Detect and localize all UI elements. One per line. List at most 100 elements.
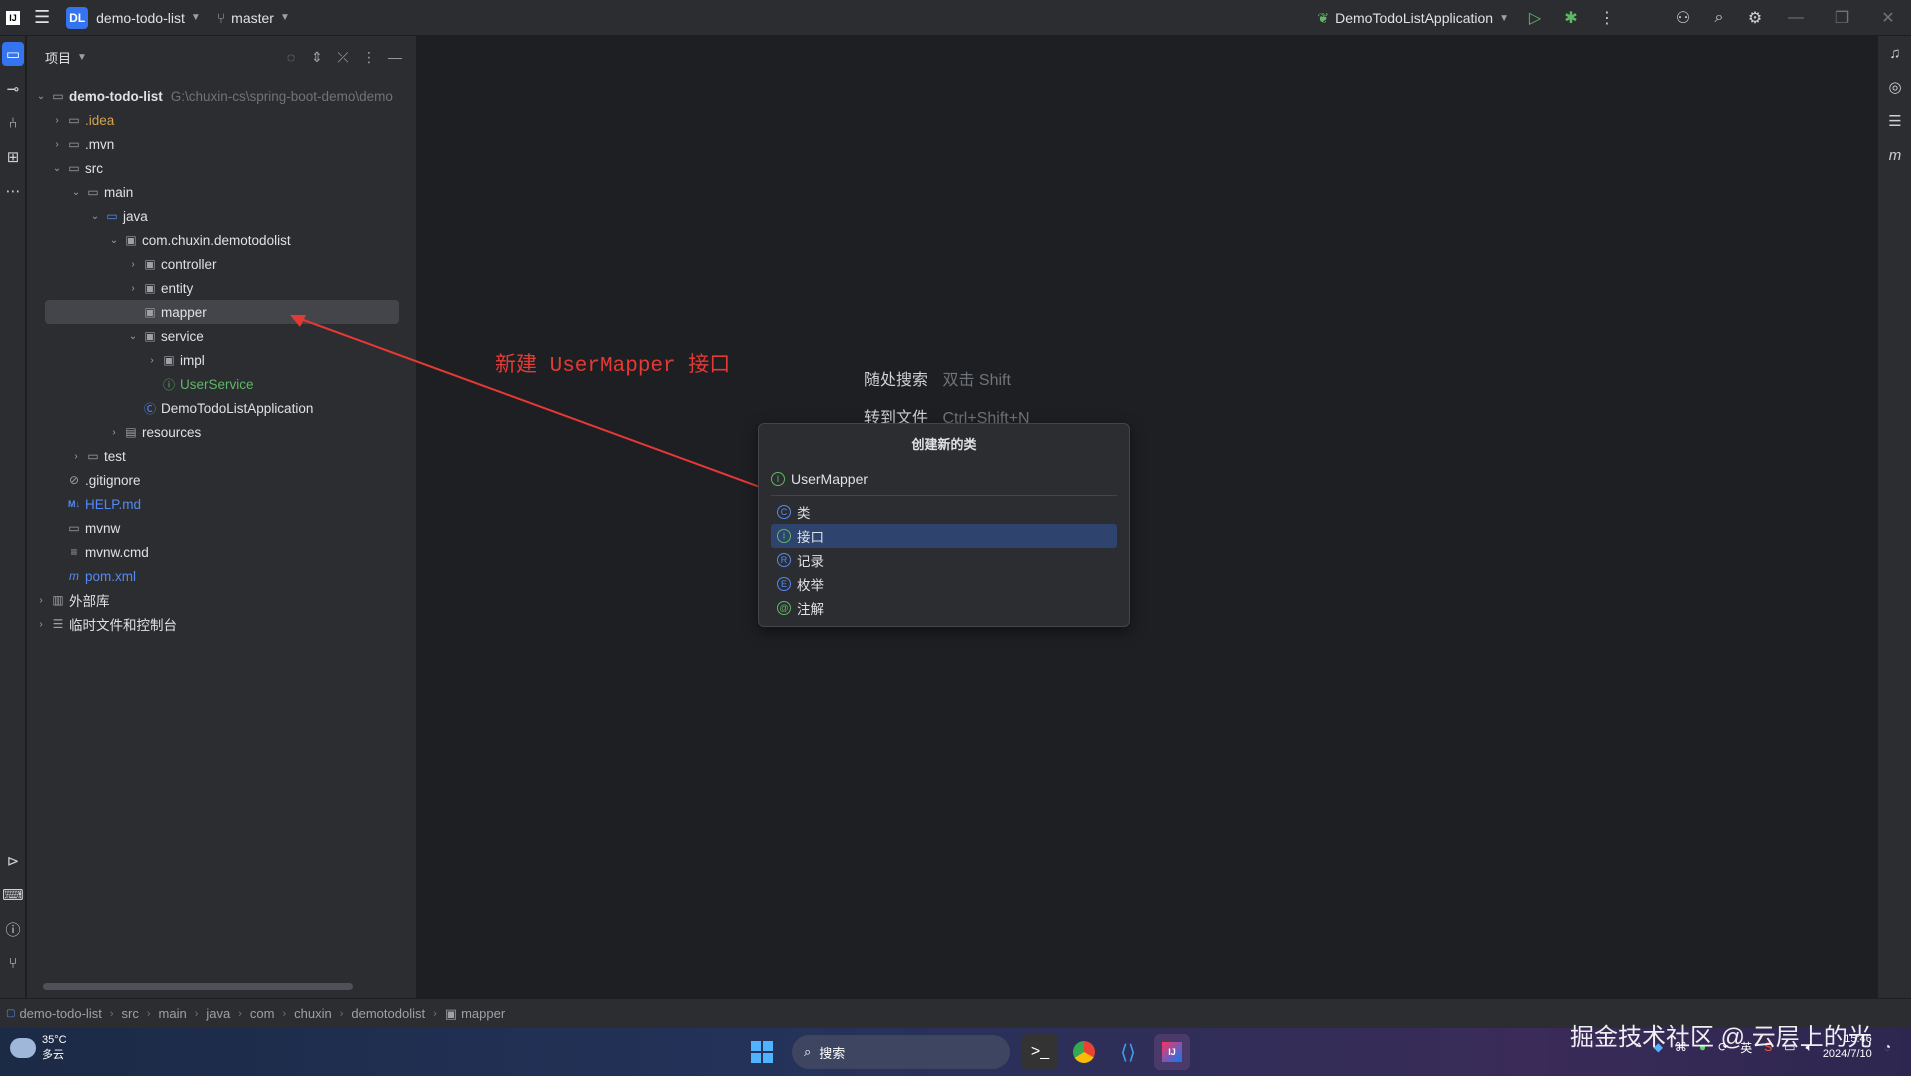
- tree-item-mapper[interactable]: ▣ mapper: [45, 300, 399, 324]
- kind-item-record[interactable]: R 记录: [771, 548, 1117, 572]
- chevron-right-icon[interactable]: ›: [49, 115, 65, 126]
- tree-item-scratches[interactable]: › ☰ 临时文件和控制台: [27, 612, 417, 636]
- kind-item-interface[interactable]: I 接口: [771, 524, 1117, 548]
- tree-item-src[interactable]: ⌄ ▭ src: [27, 156, 417, 180]
- breadcrumb-item[interactable]: mapper: [461, 1006, 505, 1021]
- breadcrumb-item[interactable]: main: [159, 1006, 187, 1021]
- horizontal-scrollbar[interactable]: [43, 983, 353, 990]
- warning-circle-icon: ⓘ: [5, 921, 21, 939]
- chevron-right-icon[interactable]: ›: [49, 139, 65, 150]
- chevron-right-icon[interactable]: ›: [33, 595, 49, 606]
- maximize-button[interactable]: ❐: [1819, 0, 1865, 36]
- tree-item-help[interactable]: M↓ HELP.md: [27, 492, 417, 516]
- expand-all-icon[interactable]: ⇕: [304, 44, 330, 70]
- terminal-tool-button[interactable]: ⌨: [0, 878, 26, 912]
- tree-item-main[interactable]: ⌄ ▭ main: [27, 180, 417, 204]
- locate-icon[interactable]: ◌: [278, 44, 304, 70]
- tree-item-entity[interactable]: › ▣ entity: [27, 276, 417, 300]
- more-actions-button[interactable]: ⋮: [1589, 0, 1625, 36]
- options-icon[interactable]: ⋮: [356, 44, 382, 70]
- chevron-down-icon[interactable]: ⌄: [49, 163, 65, 174]
- hide-icon[interactable]: —: [382, 44, 408, 70]
- panel-title[interactable]: 项目: [45, 48, 71, 67]
- weather-widget[interactable]: 35°C 多云: [10, 1034, 67, 1062]
- run-tool-button[interactable]: ⊳: [0, 844, 26, 878]
- tree-item-package[interactable]: ⌄ ▣ com.chuxin.demotodolist: [27, 228, 417, 252]
- tree-item-mvn[interactable]: › ▭ .mvn: [27, 132, 417, 156]
- tree-item-resources[interactable]: › ▤ resources: [27, 420, 417, 444]
- commit-tool-button[interactable]: ⊸: [0, 72, 26, 106]
- collapse-all-icon[interactable]: ⤫: [330, 44, 356, 70]
- tree-item-pom[interactable]: m pom.xml: [27, 564, 417, 588]
- notification-bell-icon[interactable]: ◔: [1884, 1040, 1891, 1054]
- tree-item-app-class[interactable]: Ⓒ DemoTodoListApplication: [27, 396, 417, 420]
- tree-item-label: test: [104, 448, 126, 464]
- more-tools-button[interactable]: ⋯: [0, 174, 26, 208]
- chevron-right-icon[interactable]: ›: [125, 259, 141, 270]
- chevron-right-icon[interactable]: ›: [144, 355, 160, 366]
- breadcrumb-item[interactable]: src: [122, 1006, 139, 1021]
- git-tool-button[interactable]: ⑂: [0, 946, 26, 980]
- vscode-app[interactable]: ⟨⟩: [1110, 1034, 1146, 1070]
- tree-item-service[interactable]: ⌄ ▣ service: [27, 324, 417, 348]
- project-tree: ⌄ ▭ demo-todo-list G:\chuxin-cs\spring-b…: [27, 84, 417, 636]
- code-with-me-button[interactable]: ⚇: [1665, 0, 1701, 36]
- app-logo[interactable]: IJ: [0, 0, 26, 36]
- close-button[interactable]: ✕: [1865, 0, 1911, 36]
- notifications-button[interactable]: ♫: [1878, 36, 1911, 70]
- tree-item-impl[interactable]: › ▣ impl: [27, 348, 417, 372]
- chevron-right-icon[interactable]: ›: [68, 451, 84, 462]
- run-button[interactable]: ▷: [1517, 0, 1553, 36]
- source-folder-icon: ▭: [106, 209, 118, 223]
- problems-tool-button[interactable]: ⓘ: [0, 912, 26, 946]
- tree-item-external-libs[interactable]: › ▥ 外部库: [27, 588, 417, 612]
- kind-item-enum[interactable]: E 枚举: [771, 572, 1117, 596]
- structure-tool-button[interactable]: ⊞: [0, 140, 26, 174]
- terminal-app[interactable]: >_: [1022, 1034, 1058, 1070]
- chevron-right-icon[interactable]: ›: [33, 619, 49, 630]
- minimize-button[interactable]: —: [1773, 0, 1819, 36]
- tree-item-test[interactable]: › ▭ test: [27, 444, 417, 468]
- tree-item-controller[interactable]: › ▣ controller: [27, 252, 417, 276]
- ai-assistant-button[interactable]: ◎: [1878, 70, 1911, 104]
- breadcrumb-item[interactable]: chuxin: [294, 1006, 332, 1021]
- chevron-right-icon[interactable]: ›: [106, 427, 122, 438]
- pull-requests-tool-button[interactable]: ⑃: [0, 106, 26, 140]
- chevron-down-icon[interactable]: ⌄: [33, 91, 49, 102]
- maven-button[interactable]: m: [1878, 138, 1911, 172]
- project-switcher[interactable]: DL demo-todo-list ▼: [58, 0, 209, 36]
- tree-item-root[interactable]: ⌄ ▭ demo-todo-list G:\chuxin-cs\spring-b…: [27, 84, 417, 108]
- settings-button[interactable]: ⚙: [1737, 0, 1773, 36]
- chevron-down-icon[interactable]: ⌄: [87, 211, 103, 222]
- tree-item-user-service[interactable]: ⓘ UserService: [27, 372, 417, 396]
- kind-item-annotation[interactable]: @ 注解: [771, 596, 1117, 620]
- main-menu-button[interactable]: ☰: [26, 0, 58, 36]
- class-name-input[interactable]: I UserMapper: [771, 462, 1117, 496]
- breadcrumb-item[interactable]: com: [250, 1006, 275, 1021]
- breadcrumb-item[interactable]: demotodolist: [351, 1006, 425, 1021]
- tree-item-java[interactable]: ⌄ ▭ java: [27, 204, 417, 228]
- start-button[interactable]: [744, 1034, 780, 1070]
- run-config-selector[interactable]: ❦ DemoTodoListApplication ▼: [1309, 0, 1517, 36]
- kind-item-class[interactable]: C 类: [771, 500, 1117, 524]
- chevron-right-icon[interactable]: ›: [125, 283, 141, 294]
- intellij-app[interactable]: IJ: [1154, 1034, 1190, 1070]
- debug-button[interactable]: ✱: [1553, 0, 1589, 36]
- chevron-down-icon[interactable]: ⌄: [106, 235, 122, 246]
- database-button[interactable]: ☰: [1878, 104, 1911, 138]
- tree-item-mvnw[interactable]: ▭ mvnw: [27, 516, 417, 540]
- taskbar-search[interactable]: ⌕ 搜索: [792, 1035, 1010, 1069]
- chevron-down-icon[interactable]: ⌄: [125, 331, 141, 342]
- tree-item-gitignore[interactable]: ⊘ .gitignore: [27, 468, 417, 492]
- chrome-app[interactable]: [1066, 1034, 1102, 1070]
- tree-item-idea[interactable]: › ▭ .idea: [27, 108, 417, 132]
- breadcrumb-item[interactable]: java: [206, 1006, 230, 1021]
- tree-item-label: mvnw: [85, 520, 121, 536]
- tree-item-mvnw-cmd[interactable]: ≡ mvnw.cmd: [27, 540, 417, 564]
- search-everywhere-button[interactable]: ⌕: [1701, 0, 1737, 36]
- breadcrumb-item[interactable]: demo-todo-list: [19, 1006, 101, 1021]
- package-icon: ▣: [144, 329, 156, 343]
- branch-switcher[interactable]: ⑂ master ▼: [209, 0, 298, 36]
- project-tool-button[interactable]: ▭: [2, 42, 24, 66]
- chevron-down-icon[interactable]: ⌄: [68, 187, 84, 198]
